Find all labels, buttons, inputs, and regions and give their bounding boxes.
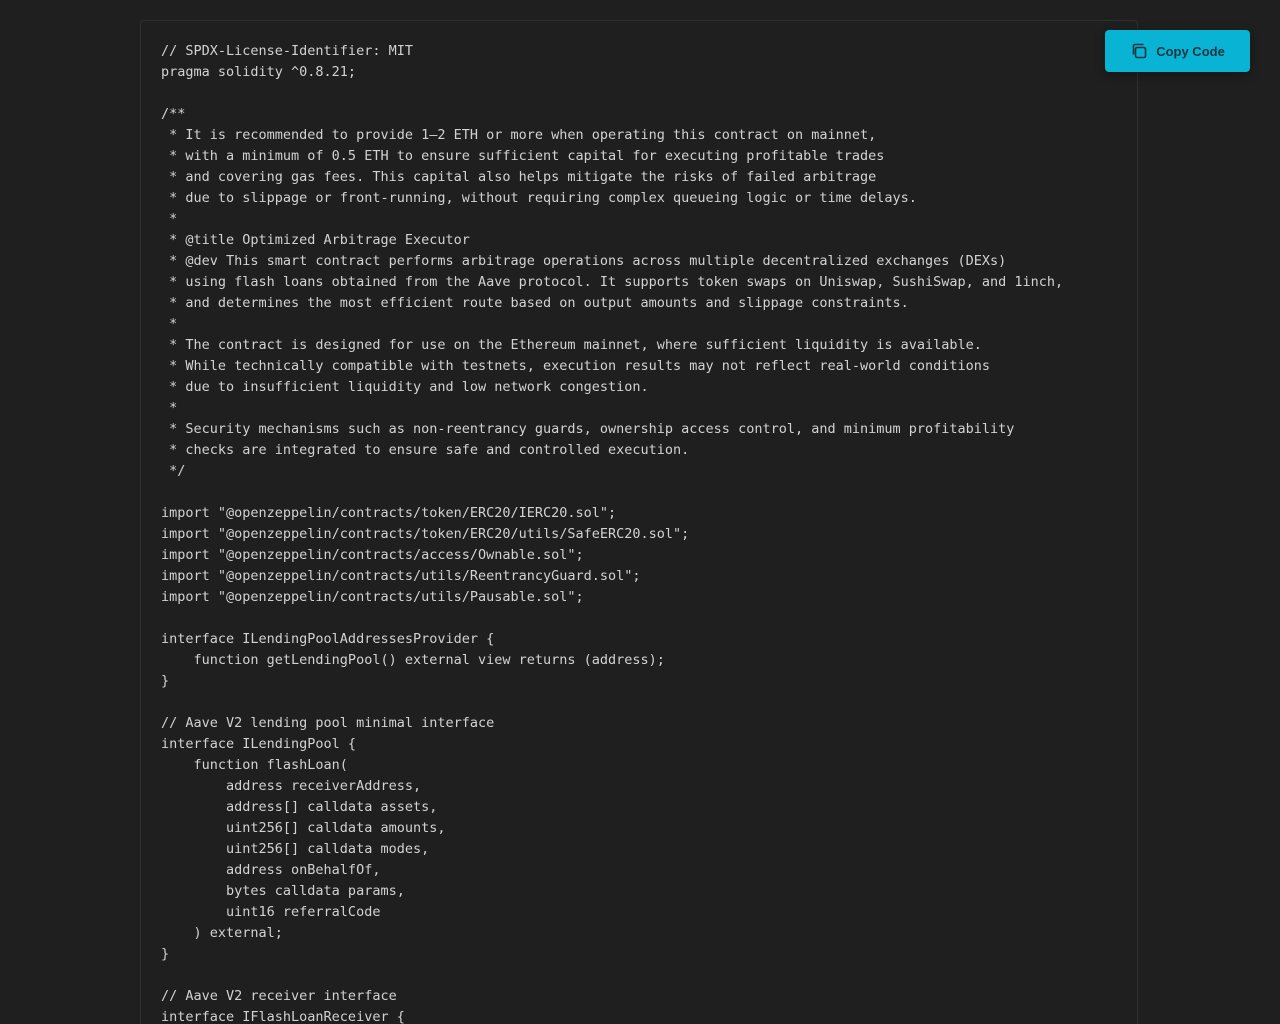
code-line: * with a minimum of 0.5 ETH to ensure su… [161,148,885,164]
code-line: pragma solidity ^0.8.21; [161,64,357,80]
code-line: * [161,211,178,227]
code-line: */ [161,463,186,479]
code-line: import "@openzeppelin/contracts/utils/Re… [161,568,641,584]
code-line: * due to slippage or front-running, with… [161,190,917,206]
code-line: function flashLoan( [161,757,348,773]
copy-code-label: Copy Code [1156,43,1225,59]
code-line: * It is recommended to provide 1–2 ETH o… [161,127,877,143]
code-line: * and determines the most efficient rout… [161,295,909,311]
code-line: * [161,400,178,416]
code-line: import "@openzeppelin/contracts/token/ER… [161,505,617,521]
code-line: * @title Optimized Arbitrage Executor [161,232,470,248]
code-line: uint256[] calldata amounts, [161,820,446,836]
code-line: } [161,673,170,689]
code-line: bytes calldata params, [161,883,405,899]
code-line: * [161,316,178,332]
code-line: uint16 referralCode [161,904,381,920]
code-panel: // SPDX-License-Identifier: MIT pragma so… [140,20,1138,1024]
code-line: * checks are integrated to ensure safe a… [161,442,690,458]
code-line: interface IFlashLoanReceiver { [161,1009,405,1024]
code-line: * due to insufficient liquidity and low … [161,379,649,395]
code-line: import "@openzeppelin/contracts/token/ER… [161,526,690,542]
code-line: address receiverAddress, [161,778,422,794]
code-line: /** [161,106,186,122]
code-line: * using flash loans obtained from the Aa… [161,274,1064,290]
code-line: } [161,946,170,962]
code-line: address onBehalfOf, [161,862,381,878]
code-line: interface ILendingPoolAddressesProvider … [161,631,495,647]
code-line: address[] calldata assets, [161,799,438,815]
code-line: // Aave V2 lending pool minimal interfac… [161,715,495,731]
code-line: function getLendingPool() external view … [161,652,665,668]
code-line: * The contract is designed for use on th… [161,337,982,353]
code-line: * @dev This smart contract performs arbi… [161,253,1007,269]
code-line: * Security mechanisms such as non-reentr… [161,421,1015,437]
copy-icon [1130,42,1148,60]
code-line: * and covering gas fees. This capital al… [161,169,877,185]
code-line: // SPDX-License-Identifier: MIT [161,43,413,59]
code-line: * While technically compatible with test… [161,358,991,374]
code-line: import "@openzeppelin/contracts/access/O… [161,547,584,563]
code-line: // Aave V2 receiver interface [161,988,397,1004]
code-block[interactable]: // SPDX-License-Identifier: MIT pragma so… [161,41,1063,1024]
code-line: ) external; [161,925,283,941]
code-line: import "@openzeppelin/contracts/utils/Pa… [161,589,584,605]
code-line: uint256[] calldata modes, [161,841,430,857]
copy-code-button[interactable]: Copy Code [1105,30,1250,72]
code-line: interface ILendingPool { [161,736,357,752]
